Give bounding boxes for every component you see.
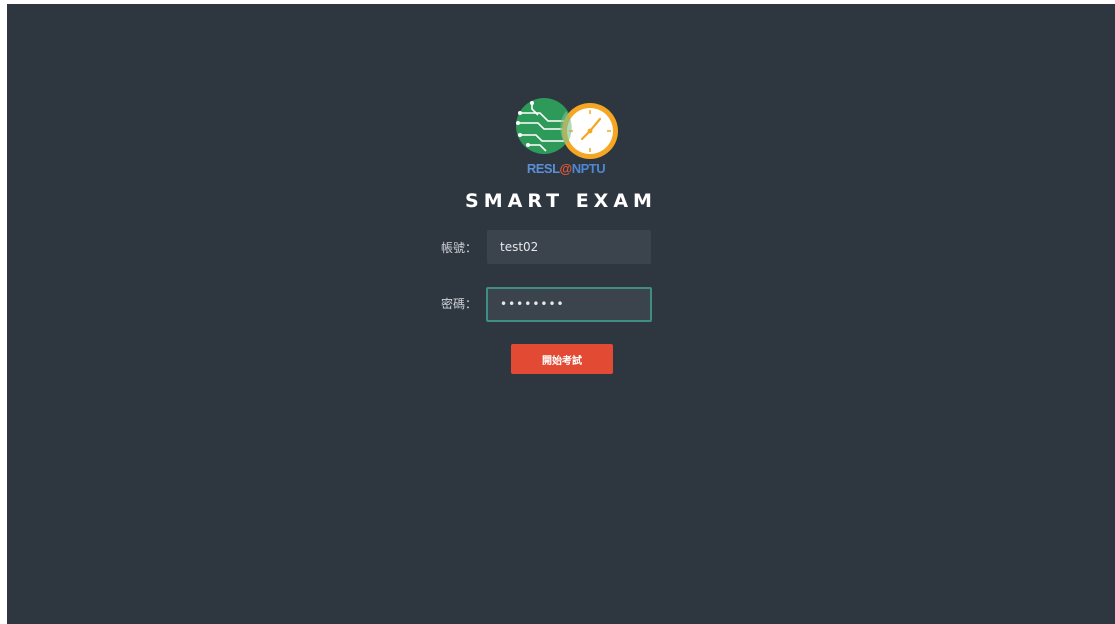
logo-graphic [516,98,618,159]
password-field[interactable] [486,286,652,322]
username-label: 帳號： [441,240,478,255]
page-title: SMART EXAM [465,190,657,212]
username-row: 帳號： [441,230,651,264]
logo: RESL@NPTU [510,93,622,183]
start-exam-button[interactable]: 開始考試 [511,344,613,374]
password-row: 密碼： [441,286,652,322]
login-page: RESL@NPTU SMART EXAM 帳號： 密碼： 開始考試 [7,4,1115,624]
logo-wordmark: RESL@NPTU [526,161,606,176]
username-field[interactable] [487,230,651,264]
password-label: 密碼： [441,296,478,311]
